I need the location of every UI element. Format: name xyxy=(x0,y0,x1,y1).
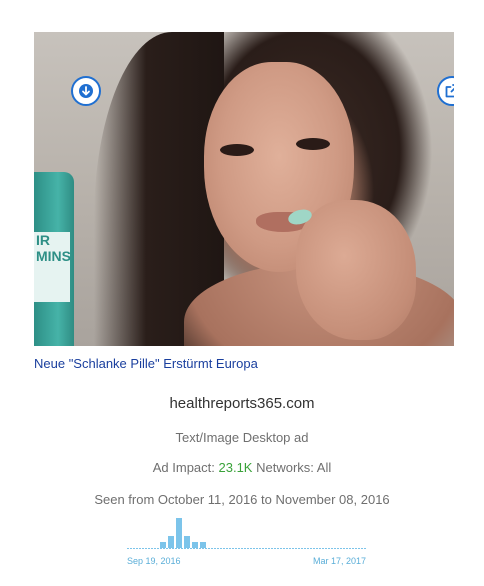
sparkline-bar xyxy=(176,518,182,548)
ad-impact-value: 23.1K xyxy=(218,460,253,475)
bottle-label: IR MINS xyxy=(34,232,71,302)
sparkline-bar xyxy=(192,542,198,548)
ad-impact-label: Ad Impact: xyxy=(152,460,215,475)
ad-image-bottle: IR MINS xyxy=(34,172,74,346)
activity-sparkline xyxy=(127,518,367,549)
download-button[interactable] xyxy=(71,76,101,106)
ad-impact-row: Ad Impact: 23.1K Networks: All xyxy=(0,460,484,475)
ad-image-hand xyxy=(296,200,416,340)
external-link-icon xyxy=(445,84,454,98)
ad-image-eye-left xyxy=(220,144,254,156)
timeline-end-label: Mar 17, 2017 xyxy=(313,556,367,566)
download-icon xyxy=(79,84,93,98)
ad-image-eye-right xyxy=(296,138,330,150)
ad-type: Text/Image Desktop ad xyxy=(175,430,309,445)
ad-networks: Networks: All xyxy=(256,460,332,475)
ad-headline-link[interactable]: Neue "Schlanke Pille" Erstürmt Europa xyxy=(34,356,258,371)
ad-domain: healthreports365.com xyxy=(169,395,315,412)
sparkline-bar xyxy=(184,536,190,548)
sparkline-bar xyxy=(168,536,174,548)
ad-image: IR MINS xyxy=(34,32,454,346)
seen-date-range: Seen from October 11, 2016 to November 0… xyxy=(94,492,390,507)
sparkline-bar xyxy=(200,542,206,548)
sparkline-bar xyxy=(160,542,166,548)
timeline-start-label: Sep 19, 2016 xyxy=(127,556,181,566)
open-external-button[interactable] xyxy=(437,76,454,106)
